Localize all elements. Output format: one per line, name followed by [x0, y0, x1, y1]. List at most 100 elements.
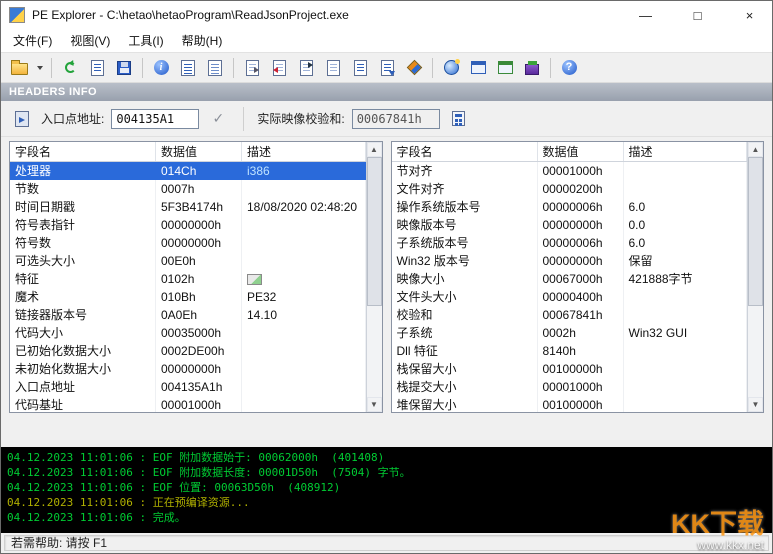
disassembler-button[interactable]	[465, 56, 491, 80]
table-header-row: 字段名数据值描述	[392, 142, 748, 162]
menu-item[interactable]: 工具(I)	[119, 29, 172, 52]
field-name-cell: 时间日期戳	[10, 198, 156, 216]
left-table-scrollbar[interactable]: ▲ ▼	[366, 142, 382, 412]
scroll-thumb[interactable]	[748, 157, 763, 306]
unpacker-button[interactable]	[519, 56, 545, 80]
table-row[interactable]: 校验和00067841h	[392, 306, 748, 324]
description-cell: i386	[242, 162, 366, 180]
digital-signature-button[interactable]	[374, 56, 400, 80]
table-row[interactable]: 代码基址00001000h	[10, 396, 366, 412]
log-console: 04.12.2023 11:01:06 : EOF 附加数据始于: 000620…	[1, 447, 772, 533]
quick-view-button[interactable]	[84, 56, 110, 80]
address-converter-button[interactable]	[401, 56, 427, 80]
table-row[interactable]: Win32 版本号00000000h保留	[392, 252, 748, 270]
export-viewer-button[interactable]	[293, 56, 319, 80]
scroll-thumb[interactable]	[367, 157, 382, 306]
data-value-cell: 8140h	[538, 342, 624, 360]
toolbar-separator	[550, 58, 551, 78]
table-row[interactable]: 代码大小00035000h	[10, 324, 366, 342]
table-row[interactable]: 栈提交大小00001000h	[392, 378, 748, 396]
entry-point-label: 入口点地址:	[41, 110, 104, 127]
data-directories-button[interactable]	[202, 56, 228, 80]
table-row[interactable]: 子系统0002hWin32 GUI	[392, 324, 748, 342]
goto-entry-point-button[interactable]	[10, 108, 34, 130]
table-row[interactable]: 符号表指针00000000h	[10, 216, 366, 234]
table-row[interactable]: 链接器版本号0A0Eh14.10	[10, 306, 366, 324]
menu-item[interactable]: 文件(F)	[4, 29, 61, 52]
scroll-up-arrow[interactable]: ▲	[367, 142, 382, 157]
table-row[interactable]: 节对齐00001000h	[392, 162, 748, 180]
scroll-down-arrow[interactable]: ▼	[367, 397, 382, 412]
field-name-cell: 文件对齐	[392, 180, 538, 198]
column-header[interactable]: 字段名	[10, 142, 156, 161]
table-row[interactable]: 未初始化数据大小00000000h	[10, 360, 366, 378]
scroll-down-arrow[interactable]: ▼	[748, 397, 763, 412]
table-row[interactable]: 子系统版本号00000006h6.0	[392, 234, 748, 252]
headers-table-left: 字段名数据值描述 处理器014Chi386节数0007h时间日期戳5F3B417…	[9, 141, 383, 413]
page-arrow-dark-icon	[300, 60, 313, 76]
column-header[interactable]: 描述	[242, 142, 366, 161]
entry-point-input[interactable]	[111, 109, 199, 129]
table-row[interactable]: 入口点地址004135A1h	[10, 378, 366, 396]
data-value-cell: 010Bh	[156, 288, 242, 306]
menu-item[interactable]: 帮助(H)	[173, 29, 232, 52]
table-row[interactable]: 文件对齐00000200h	[392, 180, 748, 198]
log-line: 04.12.2023 11:01:06 : EOF 附加数据始于: 000620…	[7, 450, 766, 465]
table-row[interactable]: 特征0102h	[10, 270, 366, 288]
maximize-button[interactable]: □	[675, 1, 720, 29]
scroll-track[interactable]	[748, 157, 763, 397]
right-table-scrollbar[interactable]: ▲ ▼	[747, 142, 763, 412]
table-row[interactable]: 栈保留大小00100000h	[392, 360, 748, 378]
table-row[interactable]: 映像大小00067000h421888字节	[392, 270, 748, 288]
menu-bar: 文件(F)视图(V)工具(I)帮助(H)	[1, 29, 772, 53]
table-row[interactable]: Dll 特征8140h	[392, 342, 748, 360]
table-row[interactable]: 可选头大小00E0h	[10, 252, 366, 270]
file-properties-button[interactable]	[148, 56, 174, 80]
headers-info-button[interactable]	[175, 56, 201, 80]
dropdown-icon	[37, 66, 43, 73]
apply-entry-point-button[interactable]	[206, 108, 230, 130]
scroll-up-arrow[interactable]: ▲	[748, 142, 763, 157]
reload-file-button[interactable]	[57, 56, 83, 80]
table-row[interactable]: 操作系统版本号00000006h6.0	[392, 198, 748, 216]
table-row[interactable]: 已初始化数据大小0002DE00h	[10, 342, 366, 360]
column-header[interactable]: 数据值	[156, 142, 242, 161]
section-headers-button[interactable]	[239, 56, 265, 80]
table-row[interactable]: 节数0007h	[10, 180, 366, 198]
column-header[interactable]: 数据值	[538, 142, 624, 161]
description-cell: 421888字节	[624, 270, 748, 288]
save-file-button[interactable]	[111, 56, 137, 80]
calculate-checksum-button[interactable]	[447, 108, 471, 130]
grid2-icon	[498, 61, 513, 74]
description-cell: 14.10	[242, 306, 366, 324]
table-row[interactable]: 符号数00000000h	[10, 234, 366, 252]
close-button[interactable]: ×	[727, 1, 772, 29]
menu-item[interactable]: 视图(V)	[61, 29, 119, 52]
description-cell	[624, 342, 748, 360]
relocations-viewer-button[interactable]	[320, 56, 346, 80]
minimize-button[interactable]: —	[623, 1, 668, 29]
open-file-button[interactable]	[6, 56, 32, 80]
description-cell: Win32 GUI	[624, 324, 748, 342]
table-row[interactable]: 堆保留大小00100000h	[392, 396, 748, 412]
data-value-cell: 014Ch	[156, 162, 242, 180]
description-cell	[242, 216, 366, 234]
help-button[interactable]	[556, 56, 582, 80]
table-row[interactable]: 文件头大小00000400h	[392, 288, 748, 306]
table-row[interactable]: 处理器014Chi386	[10, 162, 366, 180]
description-cell: 6.0	[624, 198, 748, 216]
resource-editor-button[interactable]	[492, 56, 518, 80]
table-row[interactable]: 时间日期戳5F3B4174h18/08/2020 02:48:20	[10, 198, 366, 216]
scroll-track[interactable]	[367, 157, 382, 397]
dependency-scanner-button[interactable]	[438, 56, 464, 80]
field-name-cell: Dll 特征	[392, 342, 538, 360]
table-row[interactable]: 映像版本号00000000h0.0	[392, 216, 748, 234]
debug-info-viewer-button[interactable]	[347, 56, 373, 80]
column-header[interactable]: 描述	[624, 142, 748, 161]
table-row[interactable]: 魔术010BhPE32	[10, 288, 366, 306]
column-header[interactable]: 字段名	[392, 142, 538, 161]
open-file-dropdown[interactable]	[33, 56, 46, 80]
field-name-cell: 节对齐	[392, 162, 538, 180]
data-value-cell: 00001000h	[538, 378, 624, 396]
import-viewer-button[interactable]	[266, 56, 292, 80]
